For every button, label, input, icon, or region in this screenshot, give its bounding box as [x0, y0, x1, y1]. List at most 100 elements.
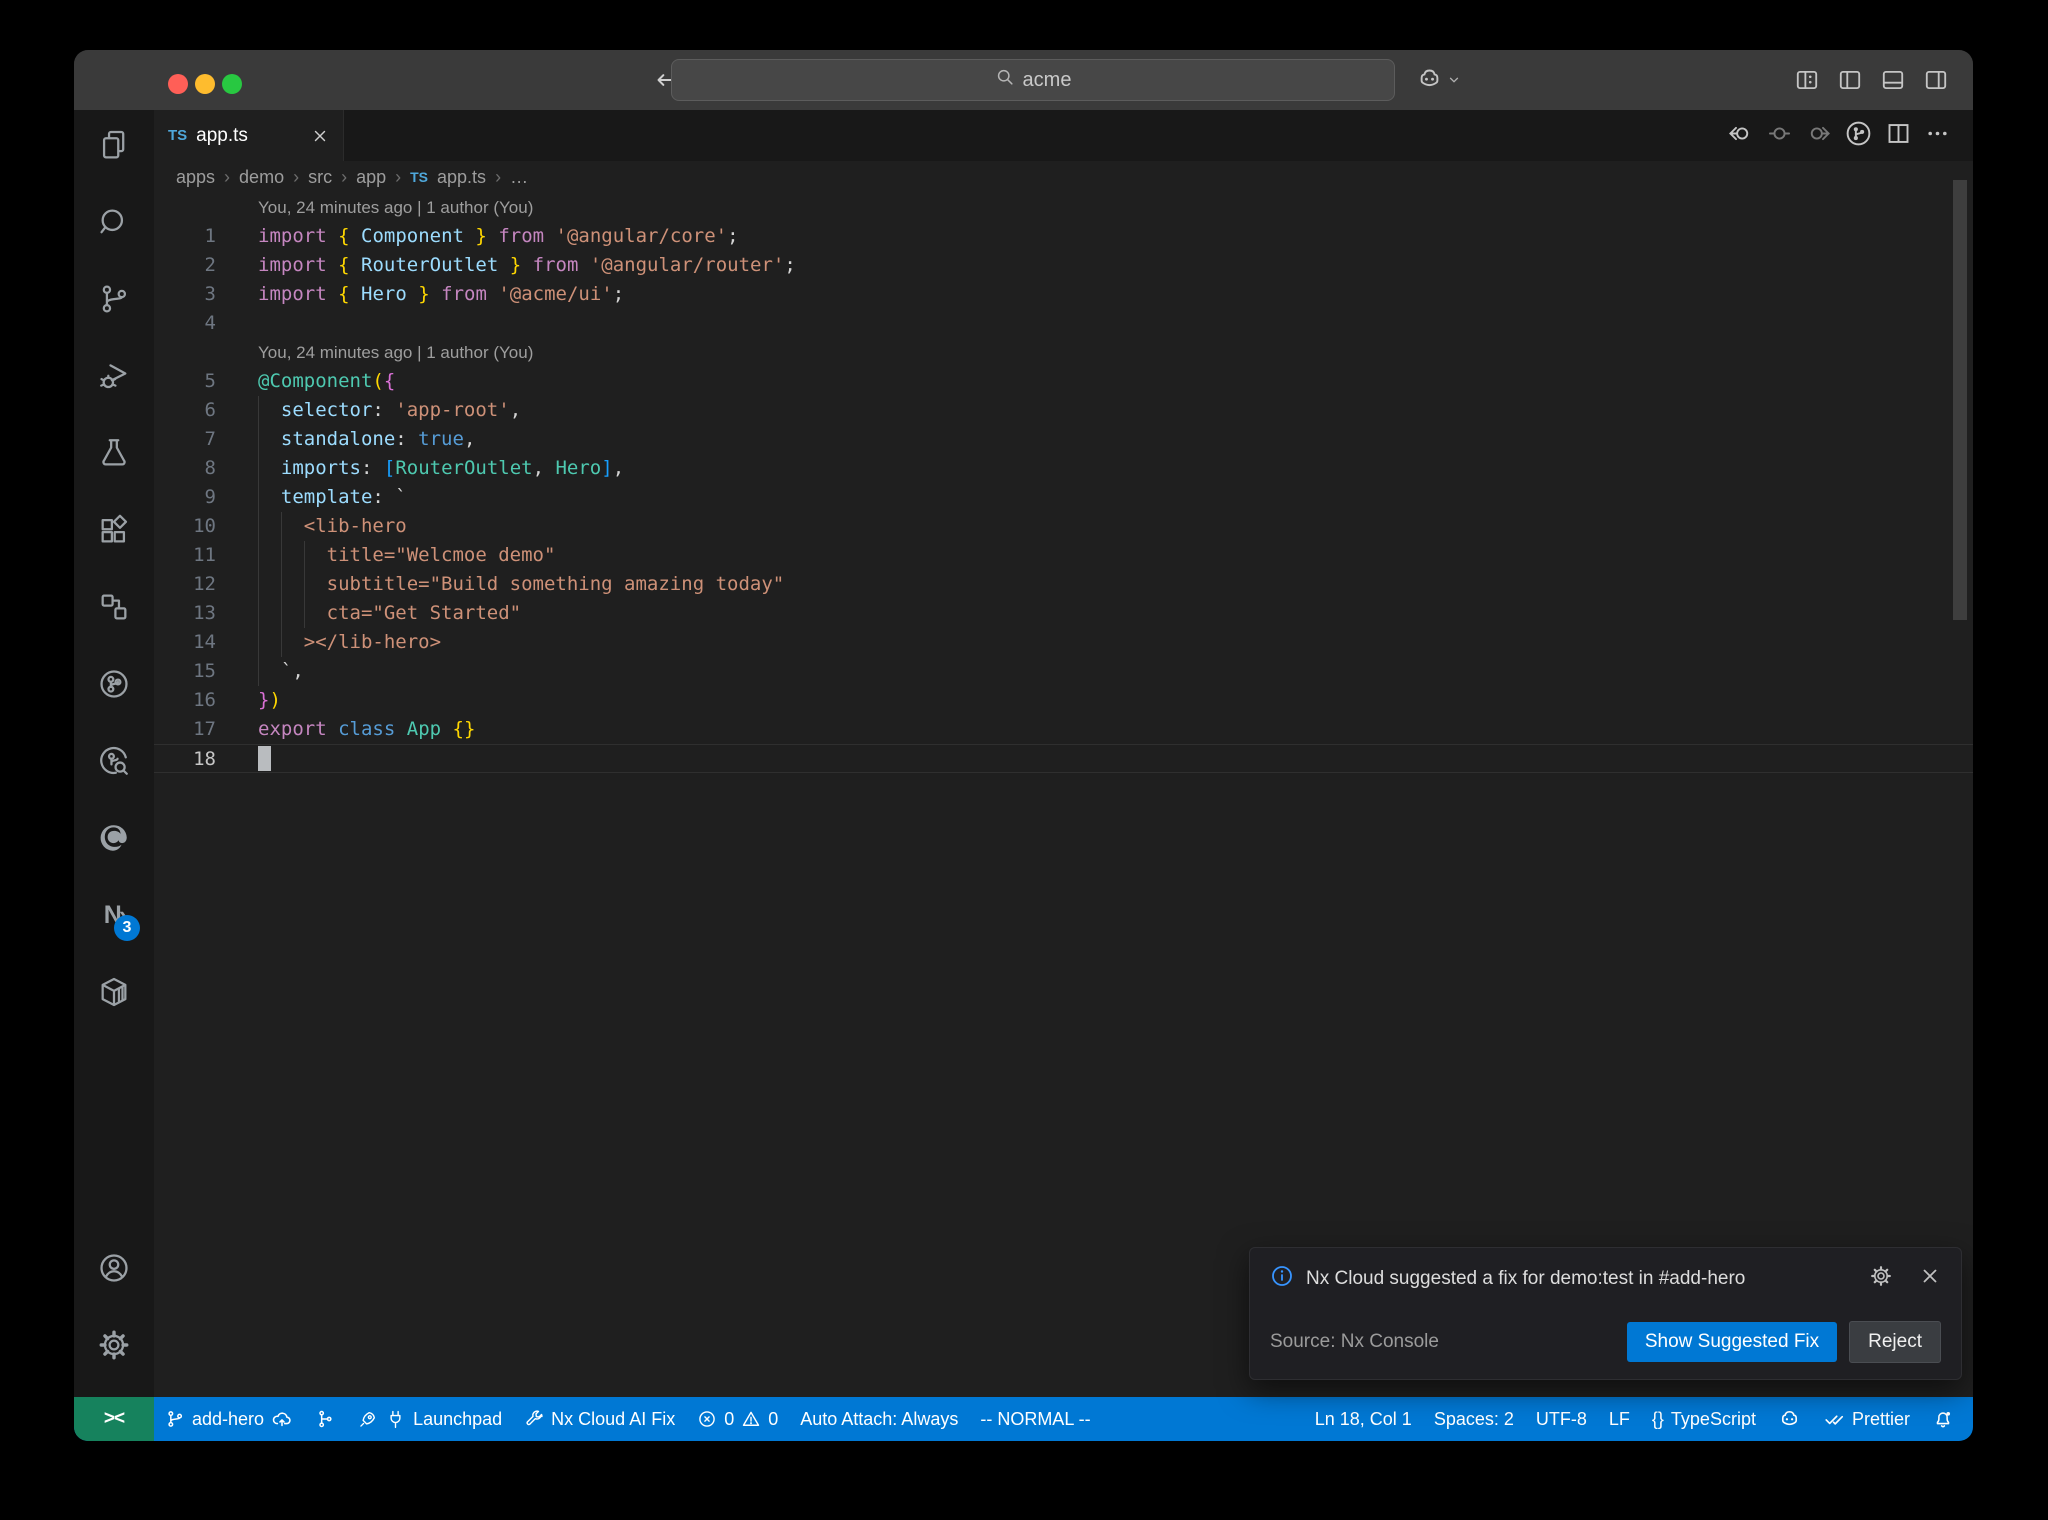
command-center-search[interactable]: acme	[671, 59, 1395, 101]
line-number: 8	[204, 457, 216, 479]
indent-guide	[258, 483, 259, 512]
reject-button[interactable]: Reject	[1849, 1321, 1941, 1363]
auto-attach-label: Auto Attach: Always	[800, 1408, 959, 1429]
breadcrumb-item[interactable]: app	[356, 167, 386, 188]
status-language[interactable]: {} TypeScript	[1641, 1397, 1767, 1441]
code-line-content[interactable]: cta="Get Started"	[258, 599, 1973, 628]
gitlens-icon[interactable]	[90, 660, 138, 708]
gitlens-inspect-icon[interactable]	[90, 737, 138, 785]
tab-app-ts[interactable]: TS app.ts	[154, 110, 344, 161]
close-icon[interactable]	[1919, 1265, 1941, 1292]
status-launchpad[interactable]: Launchpad	[346, 1397, 513, 1441]
breadcrumb-item[interactable]: demo	[239, 167, 284, 188]
copilot-menu[interactable]	[1416, 66, 1461, 98]
source-control-icon[interactable]	[90, 275, 138, 323]
nx-console-icon[interactable]: N› 3	[90, 891, 140, 941]
breadcrumb: apps › demo › src › app › TS app.ts › …	[154, 161, 1973, 193]
status-line-col[interactable]: Ln 18, Col 1	[1304, 1397, 1423, 1441]
code-line-content[interactable]: subtitle="Build something amazing today"	[258, 570, 1973, 599]
nav-forward-change-icon[interactable]	[1805, 120, 1832, 152]
status-encoding[interactable]: UTF-8	[1525, 1397, 1598, 1441]
split-editor-icon[interactable]	[1885, 120, 1912, 152]
status-git-graph[interactable]	[304, 1397, 346, 1441]
code-line-content[interactable]: import { Component } from '@angular/core…	[258, 222, 1973, 251]
container-tools-icon[interactable]	[90, 968, 138, 1016]
status-eol[interactable]: LF	[1598, 1397, 1641, 1441]
toggle-primary-sidebar-icon[interactable]	[1837, 67, 1863, 93]
extensions-icon[interactable]	[90, 506, 138, 554]
commit-graph-icon[interactable]	[1844, 119, 1873, 153]
show-suggested-fix-button[interactable]: Show Suggested Fix	[1626, 1322, 1838, 1362]
breadcrumb-item[interactable]: src	[308, 167, 332, 188]
prettier-label: Prettier	[1851, 1408, 1910, 1429]
linked-squares-icon[interactable]	[90, 583, 138, 631]
toggle-secondary-sidebar-icon[interactable]	[1923, 67, 1949, 93]
customize-layout-icon[interactable]	[1794, 67, 1820, 93]
status-notifications[interactable]	[1921, 1397, 1965, 1441]
more-actions-icon[interactable]	[1924, 120, 1951, 152]
code-line-content[interactable]: template: `	[258, 483, 1973, 512]
zoom-traffic-icon[interactable]	[222, 74, 242, 94]
code-line-content[interactable]	[258, 745, 1973, 772]
indent-guide	[280, 512, 282, 541]
current-change-icon[interactable]	[1766, 120, 1793, 152]
search-icon[interactable]	[90, 198, 138, 246]
status-branch[interactable]: add-hero	[154, 1397, 304, 1441]
line-number: 1	[204, 225, 216, 247]
status-nx-cloud-fix[interactable]: Nx Cloud AI Fix	[513, 1397, 686, 1441]
status-prettier[interactable]: Prettier	[1812, 1397, 1921, 1441]
status-vim-mode[interactable]: -- NORMAL --	[969, 1397, 1101, 1441]
code-line-content[interactable]: selector: 'app-root',	[258, 396, 1973, 425]
settings-gear-icon[interactable]	[90, 1321, 138, 1369]
testing-icon[interactable]	[90, 429, 138, 477]
remote-icon: ><	[103, 1408, 125, 1429]
breadcrumb-separator: ›	[495, 166, 502, 187]
breadcrumb-item[interactable]: app.ts	[437, 167, 486, 188]
status-problems[interactable]: 0 0	[686, 1397, 789, 1441]
status-indentation[interactable]: Spaces: 2	[1423, 1397, 1525, 1441]
indent-guide	[258, 628, 259, 657]
toggle-panel-icon[interactable]	[1880, 67, 1906, 93]
eol-label: LF	[1608, 1408, 1630, 1429]
code-line: 9 template: `	[154, 483, 1973, 512]
code-line-content[interactable]: standalone: true,	[258, 425, 1973, 454]
gear-icon[interactable]	[1869, 1264, 1893, 1293]
tab-bar: TS app.ts	[154, 110, 1973, 161]
status-auto-attach[interactable]: Auto Attach: Always	[789, 1397, 969, 1441]
minimize-traffic-icon[interactable]	[195, 74, 215, 94]
indent-guide	[280, 599, 282, 628]
breadcrumb-item[interactable]: apps	[176, 167, 215, 188]
code-line-content[interactable]	[258, 309, 1973, 338]
account-icon[interactable]	[90, 1244, 138, 1292]
code-line-content[interactable]: import { Hero } from '@acme/ui';	[258, 280, 1973, 309]
warning-count: 0	[768, 1408, 779, 1429]
status-copilot[interactable]	[1767, 1397, 1812, 1441]
breadcrumb-item[interactable]: …	[510, 167, 528, 188]
code-line-content[interactable]: import { RouterOutlet } from '@angular/r…	[258, 251, 1973, 280]
close-traffic-icon[interactable]	[168, 74, 188, 94]
edge-devtools-icon[interactable]	[90, 814, 138, 862]
vim-block-cursor	[258, 746, 271, 771]
code-line-content[interactable]: })	[258, 686, 1973, 715]
code-line: 17 export class App {}	[154, 715, 1973, 744]
code-line-content[interactable]: ></lib-hero>	[258, 628, 1973, 657]
code-line-content[interactable]: export class App {}	[258, 715, 1973, 744]
close-icon[interactable]	[311, 127, 329, 145]
typescript-file-icon: TS	[410, 169, 429, 185]
code-line-content[interactable]: <lib-hero	[258, 512, 1973, 541]
nav-back-change-icon[interactable]	[1727, 120, 1754, 152]
code-line-content[interactable]: imports: [RouterOutlet, Hero],	[258, 454, 1973, 483]
remote-indicator[interactable]: ><	[74, 1397, 154, 1441]
code-line: 12 subtitle="Build something amazing tod…	[154, 570, 1973, 599]
code-line-content[interactable]: `,	[258, 657, 1973, 686]
line-number: 9	[204, 486, 216, 508]
indent-guide	[303, 541, 305, 570]
run-debug-icon[interactable]	[90, 352, 138, 400]
git-blame-codelens[interactable]: You, 24 minutes ago | 1 author (You)	[154, 193, 1973, 222]
code-line-content[interactable]: @Component({	[258, 367, 1973, 396]
branch-name: add-hero	[192, 1408, 265, 1429]
editor-scrollbar[interactable]	[1953, 180, 1967, 620]
explorer-icon[interactable]	[90, 121, 138, 169]
git-blame-codelens[interactable]: You, 24 minutes ago | 1 author (You)	[154, 338, 1973, 367]
code-line-content[interactable]: title="Welcmoe demo"	[258, 541, 1973, 570]
